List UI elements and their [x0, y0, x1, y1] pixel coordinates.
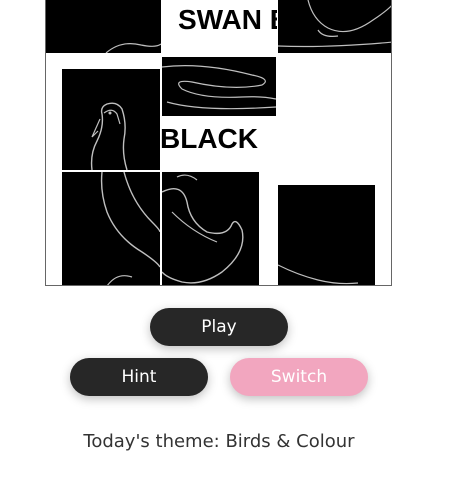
play-button[interactable]: Play: [150, 308, 288, 346]
swan-lines-icon: [162, 65, 276, 110]
switch-button[interactable]: Switch: [230, 358, 368, 396]
puzzle-tile[interactable]: [162, 172, 259, 285]
puzzle-tile[interactable]: SWAN B: [162, 0, 277, 55]
swan-neck-icon: [100, 172, 160, 285]
puzzle-tile[interactable]: [46, 0, 161, 53]
tile-text-swan: SWAN B: [178, 4, 277, 35]
hint-button[interactable]: Hint: [70, 358, 208, 396]
puzzle-tile[interactable]: [278, 185, 375, 285]
tile-text-black: BLACK: [160, 123, 258, 154]
swan-lines-icon: [105, 43, 161, 53]
puzzle-board: SWAN B BLACK: [45, 0, 392, 286]
puzzle-tile[interactable]: [62, 69, 160, 170]
swan-wing-icon: [162, 174, 244, 284]
theme-label: Today's theme: Birds & Colour: [83, 431, 355, 452]
puzzle-tile[interactable]: [278, 0, 391, 53]
puzzle-tile[interactable]: [162, 57, 276, 116]
puzzle-tile[interactable]: BLACK: [160, 117, 276, 171]
puzzle-tile[interactable]: [62, 172, 160, 285]
swan-head-icon: [90, 102, 128, 170]
swan-lines-icon: [278, 264, 359, 285]
swan-lines-icon: [278, 0, 391, 48]
